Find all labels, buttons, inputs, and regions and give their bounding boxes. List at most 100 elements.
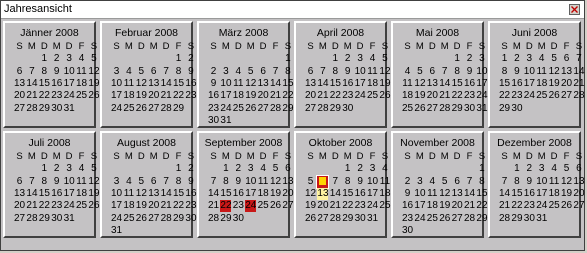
day-cell[interactable]: 5 bbox=[439, 176, 450, 188]
day-cell[interactable]: 14 bbox=[26, 78, 37, 90]
day-cell[interactable]: 19 bbox=[88, 188, 99, 200]
day-cell[interactable]: 30 bbox=[342, 103, 353, 115]
day-cell[interactable]: 24 bbox=[536, 200, 547, 212]
day-cell[interactable]: 30 bbox=[51, 213, 62, 225]
day-cell[interactable]: 7 bbox=[464, 176, 475, 188]
day-cell[interactable]: 31 bbox=[220, 115, 231, 127]
day-cell[interactable]: 10 bbox=[536, 176, 547, 188]
day-cell[interactable]: 1 bbox=[452, 53, 463, 65]
day-cell[interactable]: 4 bbox=[427, 176, 438, 188]
day-cell[interactable]: 13 bbox=[317, 187, 329, 200]
day-cell[interactable]: 26 bbox=[561, 200, 572, 212]
day-cell[interactable]: 28 bbox=[499, 213, 510, 225]
day-cell[interactable]: 7 bbox=[270, 66, 281, 78]
day-cell[interactable]: 15 bbox=[173, 78, 184, 90]
day-cell[interactable]: 29 bbox=[39, 103, 50, 115]
day-cell[interactable]: 18 bbox=[123, 200, 134, 212]
day-cell[interactable]: 23 bbox=[342, 90, 353, 102]
day-cell[interactable]: 16 bbox=[208, 90, 219, 102]
day-cell[interactable]: 27 bbox=[452, 213, 463, 225]
day-cell[interactable]: 27 bbox=[427, 103, 438, 115]
day-cell[interactable]: 5 bbox=[245, 66, 256, 78]
day-cell[interactable]: 27 bbox=[148, 103, 159, 115]
day-cell[interactable]: 8 bbox=[342, 176, 353, 188]
day-cell[interactable]: 11 bbox=[536, 66, 547, 78]
day-cell[interactable]: 24 bbox=[64, 90, 75, 102]
day-cell[interactable]: 14 bbox=[208, 188, 219, 200]
day-cell[interactable]: 25 bbox=[76, 90, 87, 102]
day-cell[interactable]: 13 bbox=[14, 188, 25, 200]
day-cell[interactable]: 28 bbox=[208, 213, 219, 225]
day-cell[interactable]: 7 bbox=[26, 66, 37, 78]
day-cell[interactable]: 19 bbox=[136, 90, 147, 102]
title-bar[interactable]: Jahresansicht bbox=[1, 1, 584, 19]
day-cell[interactable]: 21 bbox=[161, 200, 172, 212]
day-cell[interactable]: 8 bbox=[476, 176, 487, 188]
day-cell[interactable]: 5 bbox=[549, 53, 560, 65]
day-cell[interactable]: 3 bbox=[355, 53, 366, 65]
day-cell[interactable]: 26 bbox=[270, 200, 281, 212]
day-cell[interactable]: 2 bbox=[524, 163, 535, 175]
day-cell[interactable]: 25 bbox=[233, 103, 244, 115]
day-cell[interactable]: 3 bbox=[245, 163, 256, 175]
day-cell[interactable]: 12 bbox=[270, 176, 281, 188]
day-cell[interactable]: 4 bbox=[367, 53, 378, 65]
day-cell[interactable]: 10 bbox=[245, 176, 256, 188]
day-cell[interactable]: 3 bbox=[536, 163, 547, 175]
day-cell[interactable]: 23 bbox=[208, 103, 219, 115]
day-cell[interactable]: 27 bbox=[148, 213, 159, 225]
day-cell[interactable]: 14 bbox=[499, 188, 510, 200]
day-cell[interactable]: 7 bbox=[208, 176, 219, 188]
close-button[interactable] bbox=[569, 4, 580, 15]
day-cell[interactable]: 28 bbox=[330, 213, 341, 225]
day-cell[interactable]: 18 bbox=[76, 78, 87, 90]
day-cell[interactable]: 24 bbox=[220, 103, 231, 115]
day-cell[interactable]: 21 bbox=[464, 200, 475, 212]
day-cell[interactable]: 17 bbox=[220, 90, 231, 102]
day-cell[interactable]: 12 bbox=[305, 188, 316, 200]
day-cell[interactable]: 29 bbox=[173, 213, 184, 225]
day-cell[interactable]: 15 bbox=[330, 78, 341, 90]
day-cell[interactable]: 27 bbox=[305, 103, 316, 115]
day-cell[interactable]: 21 bbox=[26, 90, 37, 102]
day-cell[interactable]: 17 bbox=[536, 188, 547, 200]
day-cell[interactable]: 8 bbox=[511, 176, 522, 188]
day-cell[interactable]: 1 bbox=[173, 163, 184, 175]
day-cell[interactable]: 21 bbox=[270, 90, 281, 102]
day-cell[interactable]: 17 bbox=[245, 188, 256, 200]
day-cell[interactable]: 22 bbox=[499, 90, 510, 102]
day-cell[interactable]: 22 bbox=[330, 90, 341, 102]
day-cell[interactable]: 15 bbox=[220, 188, 231, 200]
day-cell[interactable]: 7 bbox=[161, 176, 172, 188]
day-cell[interactable]: 29 bbox=[39, 213, 50, 225]
day-cell[interactable]: 22 bbox=[173, 90, 184, 102]
day-cell[interactable]: 1 bbox=[511, 163, 522, 175]
day-cell[interactable]: 27 bbox=[282, 200, 293, 212]
day-cell[interactable]: 2 bbox=[342, 53, 353, 65]
day-cell[interactable]: 12 bbox=[88, 176, 99, 188]
day-cell[interactable]: 24 bbox=[367, 200, 378, 212]
day-cell[interactable]: 17 bbox=[355, 78, 366, 90]
day-cell[interactable]: 15 bbox=[39, 78, 50, 90]
day-cell[interactable]: 28 bbox=[270, 103, 281, 115]
day-cell[interactable]: 4 bbox=[76, 163, 87, 175]
day-cell[interactable]: 10 bbox=[524, 66, 535, 78]
day-cell[interactable]: 1 bbox=[220, 163, 231, 175]
day-cell[interactable]: 11 bbox=[367, 66, 378, 78]
day-cell[interactable]: 22 bbox=[511, 200, 522, 212]
day-cell[interactable]: 14 bbox=[573, 66, 584, 78]
day-cell[interactable]: 13 bbox=[148, 78, 159, 90]
day-cell[interactable]: 3 bbox=[367, 163, 378, 175]
day-cell[interactable]: 25 bbox=[76, 200, 87, 212]
day-cell[interactable]: 18 bbox=[549, 188, 560, 200]
day-cell[interactable]: 1 bbox=[476, 163, 487, 175]
day-cell[interactable]: 20 bbox=[148, 90, 159, 102]
day-cell[interactable]: 11 bbox=[427, 188, 438, 200]
day-cell[interactable]: 13 bbox=[573, 176, 584, 188]
day-cell[interactable]: 31 bbox=[64, 213, 75, 225]
day-cell[interactable]: 11 bbox=[123, 188, 134, 200]
day-cell[interactable]: 30 bbox=[185, 213, 196, 225]
day-cell[interactable]: 9 bbox=[511, 66, 522, 78]
day-cell[interactable]: 25 bbox=[123, 213, 134, 225]
day-cell[interactable]: 11 bbox=[76, 176, 87, 188]
